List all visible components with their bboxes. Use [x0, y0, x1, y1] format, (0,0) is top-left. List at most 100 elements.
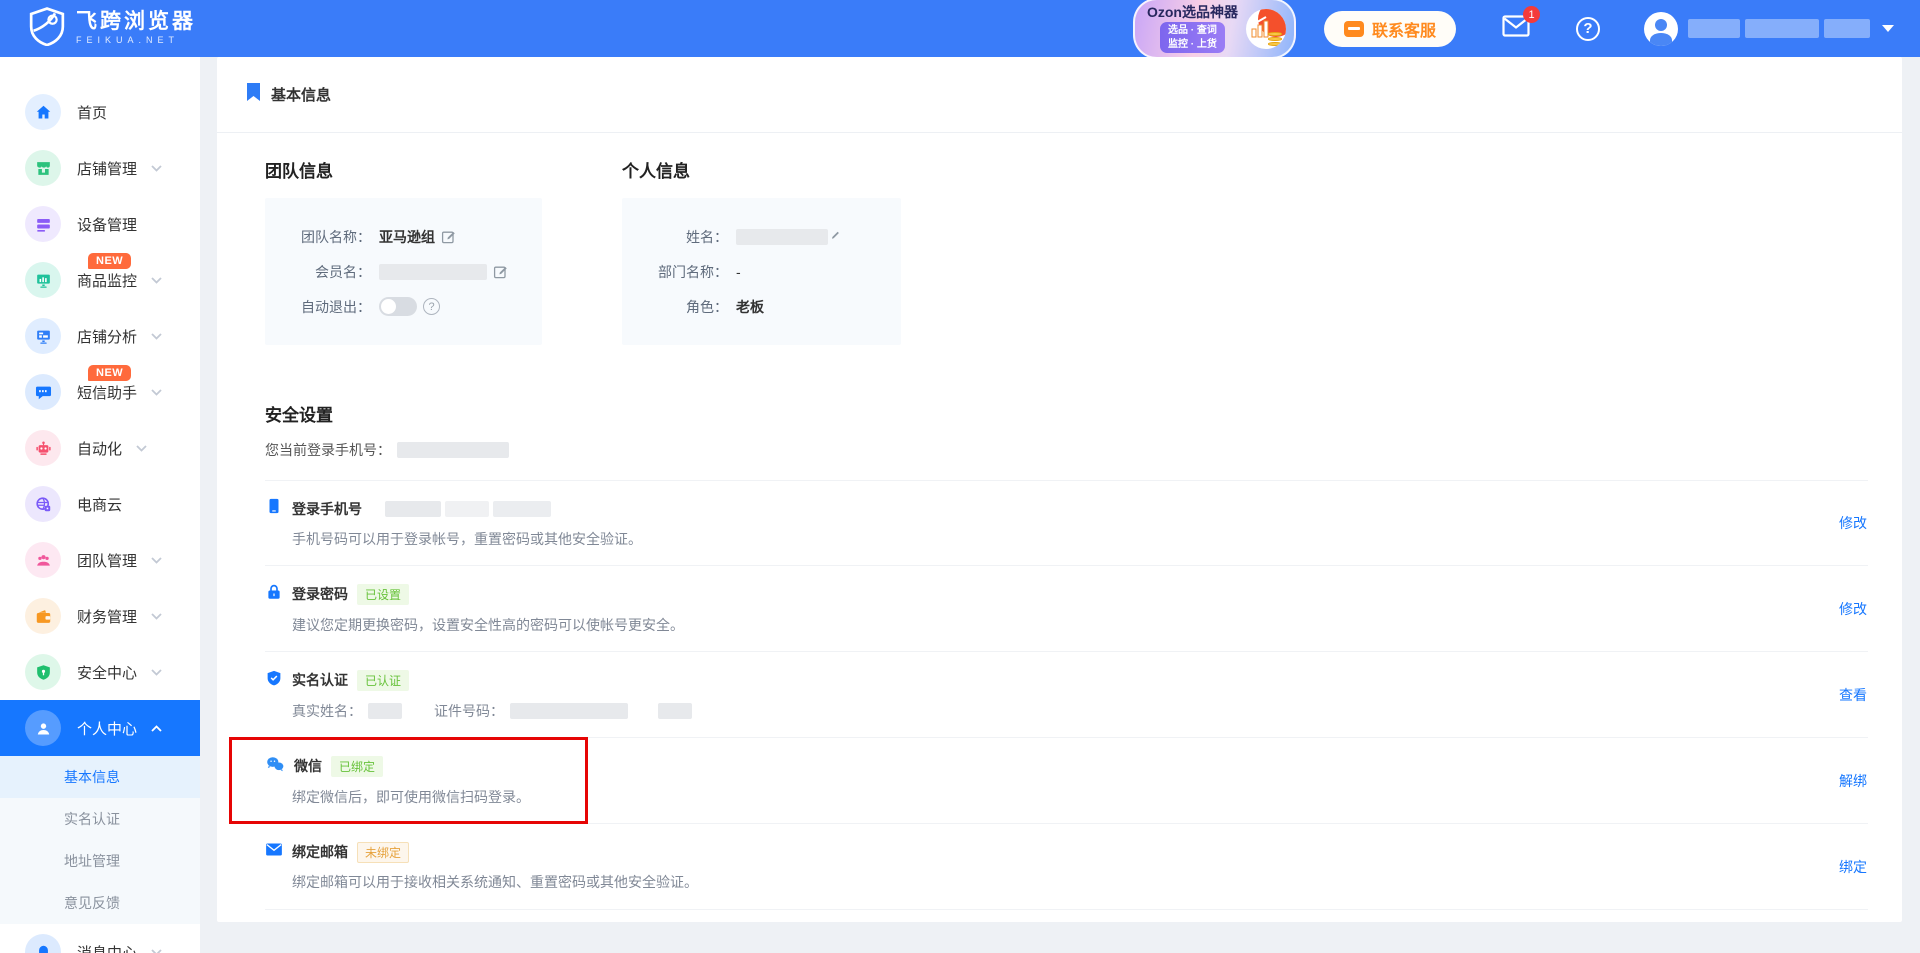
security-item-realname-auth: 实名认证 已认证 真实姓名： 证件号码：	[265, 652, 1868, 738]
ozon-promo-banner[interactable]: Ozon选品神器 选品 · 查词 监控 · 上货	[1133, 0, 1296, 59]
robot-icon	[25, 430, 61, 466]
team-icon	[25, 542, 61, 578]
security-item-login-phone: 登录手机号 手机号码可以用于登录帐号，重置密码或其他安全验证。 修改	[265, 480, 1868, 566]
submenu-item-feedback[interactable]: 意见反馈	[0, 882, 200, 924]
sidebar-item-sms-assistant[interactable]: 短信助手 NEW	[0, 364, 200, 420]
team-info-box: 团队名称： 亚马逊组 会员名：	[265, 198, 542, 345]
sidebar-item-team-management[interactable]: 团队管理	[0, 532, 200, 588]
id-number-redacted	[510, 703, 628, 719]
personal-info-title: 个人信息	[622, 157, 901, 182]
messages-button[interactable]: 1	[1502, 15, 1530, 42]
chevron-down-icon	[151, 551, 162, 569]
chevron-down-icon	[151, 327, 162, 345]
wallet-icon	[25, 598, 61, 634]
phone-icon	[265, 497, 283, 520]
real-name-redacted	[368, 703, 402, 719]
member-name-redacted	[379, 264, 487, 280]
sidebar-item-finance-management[interactable]: 财务管理	[0, 588, 200, 644]
device-icon	[25, 206, 61, 242]
basic-info-card: 基本信息 团队信息 团队名称： 亚马逊组	[217, 57, 1902, 922]
name-row: 姓名：	[640, 219, 883, 254]
sidebar-item-store-management[interactable]: 店铺管理	[0, 140, 200, 196]
store-icon	[25, 150, 61, 186]
id-number-redacted	[658, 703, 692, 719]
new-badge: NEW	[88, 365, 131, 381]
edit-team-name-icon[interactable]	[441, 229, 457, 245]
sidebar-item-message-center[interactable]: 消息中心	[0, 924, 200, 953]
sidebar-item-product-monitoring[interactable]: 商品监控 NEW	[0, 252, 200, 308]
page-header: 基本信息	[217, 57, 1902, 133]
brand-logo[interactable]: 飞跨浏览器 FEIKUA.NET	[28, 6, 196, 51]
monitor-icon	[25, 262, 61, 298]
sidebar-item-home[interactable]: 首页	[0, 84, 200, 140]
bell-icon	[25, 934, 61, 953]
phone-redacted	[397, 442, 509, 458]
team-info-title: 团队信息	[265, 157, 542, 182]
home-icon	[25, 94, 61, 130]
chevron-down-icon	[151, 383, 162, 401]
personal-center-submenu: 基本信息 实名认证 地址管理 意见反馈	[0, 756, 200, 924]
chevron-up-icon	[151, 719, 162, 737]
realname-details: 真实姓名： 证件号码：	[292, 701, 692, 721]
contact-support-button[interactable]: 联系客服	[1324, 11, 1456, 47]
status-badge: 已绑定	[331, 756, 383, 777]
avatar	[1644, 12, 1678, 46]
security-item-bind-email: 绑定邮箱 未绑定 绑定邮箱可以用于接收相关系统通知、重置密码或其他安全验证。 绑…	[265, 824, 1868, 910]
sidebar-item-store-analytics[interactable]: 店铺分析	[0, 308, 200, 364]
app-window: 飞跨浏览器 FEIKUA.NET Ozon选品神器 选品 · 查词 监控 · 上…	[0, 0, 1920, 953]
submenu-item-basic-info[interactable]: 基本信息	[0, 756, 200, 798]
user-account-menu[interactable]	[1644, 12, 1894, 46]
promo-chart-icon	[1246, 9, 1286, 49]
submenu-item-realname-auth[interactable]: 实名认证	[0, 798, 200, 840]
user-icon	[25, 710, 61, 746]
team-name-value: 亚马逊组	[379, 227, 435, 247]
top-bar-actions: Ozon选品神器 选品 · 查词 监控 · 上货 联系客服	[1133, 0, 1894, 59]
help-icon[interactable]: ?	[423, 298, 440, 315]
sidebar-item-device-management[interactable]: 设备管理	[0, 196, 200, 252]
username-redacted	[1688, 19, 1870, 38]
sidebar-item-personal-center[interactable]: 个人中心	[0, 700, 200, 756]
chevron-down-icon	[151, 663, 162, 681]
current-login-phone: 您当前登录手机号：	[265, 440, 1868, 460]
analytics-icon	[25, 318, 61, 354]
auto-logout-row: 自动退出： ?	[283, 289, 524, 324]
sidebar-item-automation[interactable]: 自动化	[0, 420, 200, 476]
team-name-row: 团队名称： 亚马逊组	[283, 219, 524, 254]
team-info-section: 团队信息 团队名称： 亚马逊组	[265, 157, 542, 345]
help-icon[interactable]: ?	[1576, 17, 1600, 41]
status-badge: 未绑定	[357, 842, 409, 863]
unbind-wechat-link[interactable]: 解绑	[1839, 771, 1867, 791]
auto-logout-toggle[interactable]	[379, 297, 417, 316]
lock-icon	[265, 583, 283, 606]
submenu-item-address-management[interactable]: 地址管理	[0, 840, 200, 882]
security-settings-section: 安全设置 您当前登录手机号： 登录手机号	[265, 401, 1868, 910]
wechat-icon	[265, 755, 285, 778]
promo-title: Ozon选品神器	[1147, 4, 1238, 21]
personal-info-box: 姓名： 部门名称： -	[622, 198, 901, 345]
department-row: 部门名称： -	[640, 254, 883, 289]
edit-name-icon[interactable]	[826, 229, 841, 244]
modify-password-link[interactable]: 修改	[1839, 599, 1867, 619]
chevron-down-icon	[151, 159, 162, 177]
role-value: 老板	[736, 297, 764, 317]
member-name-row: 会员名：	[283, 254, 524, 289]
modify-phone-link[interactable]: 修改	[1839, 513, 1867, 533]
view-realname-link[interactable]: 查看	[1839, 685, 1867, 705]
bind-email-link[interactable]: 绑定	[1839, 857, 1867, 877]
mail-icon	[265, 842, 283, 862]
chevron-down-icon	[1882, 25, 1894, 32]
unread-count-badge: 1	[1523, 6, 1540, 23]
bookmark-icon	[246, 83, 261, 107]
sidebar-item-ecommerce-cloud[interactable]: 电商云	[0, 476, 200, 532]
promo-subtitle: 选品 · 查词 监控 · 上货	[1160, 22, 1225, 53]
chat-icon	[1344, 21, 1364, 37]
chevron-down-icon	[151, 607, 162, 625]
edit-member-name-icon[interactable]	[493, 264, 509, 280]
cloud-icon	[25, 486, 61, 522]
security-items-list: 登录手机号 手机号码可以用于登录帐号，重置密码或其他安全验证。 修改	[265, 480, 1868, 910]
mail-icon	[1502, 24, 1530, 41]
contact-support-label: 联系客服	[1372, 17, 1436, 41]
shield-check-icon	[265, 669, 283, 692]
sidebar-nav: 首页 店铺管理 设备管理 商品监控	[0, 57, 200, 953]
sidebar-item-security-center[interactable]: 安全中心	[0, 644, 200, 700]
